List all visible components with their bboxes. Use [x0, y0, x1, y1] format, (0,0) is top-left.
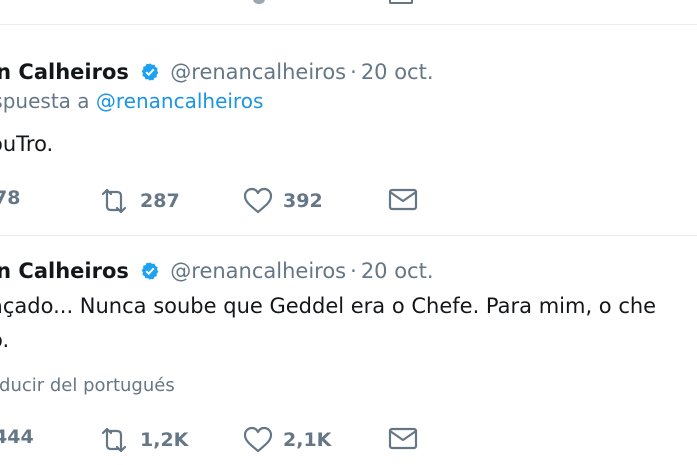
reply-context: espuesta a @renancalheiros	[0, 88, 263, 114]
reply-icon[interactable]	[253, 0, 265, 4]
retweet-count: 287	[140, 190, 180, 212]
author-handle[interactable]: @renancalheiros	[170, 259, 346, 283]
like-button[interactable]: 392	[243, 187, 323, 215]
author-name[interactable]: an Calheiros	[0, 60, 129, 84]
tweet-timestamp[interactable]: 20 oct.	[361, 60, 434, 84]
retweet-count: 1,2K	[140, 429, 189, 451]
tweet-header: an Calheiros @renancalheiros·20 oct.	[0, 58, 434, 89]
tweet[interactable]: an Calheiros @renancalheiros·20 oct. aça…	[0, 236, 697, 465]
like-count: 2,1K	[283, 429, 332, 451]
tweet-header: an Calheiros @renancalheiros·20 oct.	[0, 257, 434, 288]
direct-message-button[interactable]	[388, 426, 418, 450]
like-button[interactable]: 2,1K	[243, 426, 331, 454]
direct-message-button[interactable]	[388, 187, 418, 211]
verified-badge-icon	[140, 61, 160, 89]
reply-mention-link[interactable]: @renancalheiros	[96, 89, 263, 113]
direct-message-icon[interactable]	[389, 0, 413, 4]
reply-button[interactable]: 78	[0, 187, 20, 209]
author-handle[interactable]: @renancalheiros	[170, 60, 346, 84]
reply-prefix: espuesta a	[0, 89, 90, 113]
tweet-text-line: açado... Nunca soube que Geddel era o Ch…	[0, 294, 657, 318]
retweet-button[interactable]: 287	[98, 187, 180, 215]
separator-dot: ·	[350, 60, 357, 84]
tweet-timestamp[interactable]: 20 oct.	[361, 259, 434, 283]
tweet-actions: 78 287 392	[0, 187, 697, 221]
like-heart-icon	[243, 426, 273, 454]
reply-count: 444	[0, 426, 34, 448]
reply-count: 78	[0, 187, 21, 209]
retweet-button[interactable]: 1,2K	[98, 426, 188, 454]
translate-tweet-link[interactable]: aducir del portugués	[0, 374, 175, 398]
retweet-icon	[98, 187, 130, 215]
tweet[interactable]: an Calheiros @renancalheiros·20 oct. esp…	[0, 25, 697, 236]
author-name[interactable]: an Calheiros	[0, 259, 129, 283]
previous-tweet-actions-fragment	[0, 0, 697, 25]
like-count: 392	[283, 190, 323, 212]
reply-button[interactable]: 444	[0, 426, 34, 448]
tweet-text-line: o.	[0, 328, 10, 352]
tweet-text-line: ouTro.	[0, 132, 54, 156]
tweet-actions: 444 1,2K 2,1K	[0, 426, 697, 460]
like-heart-icon	[243, 187, 273, 215]
separator-dot: ·	[350, 259, 357, 283]
verified-badge-icon	[140, 260, 160, 288]
direct-message-icon	[388, 187, 418, 211]
direct-message-icon	[388, 426, 418, 450]
retweet-icon	[98, 426, 130, 454]
